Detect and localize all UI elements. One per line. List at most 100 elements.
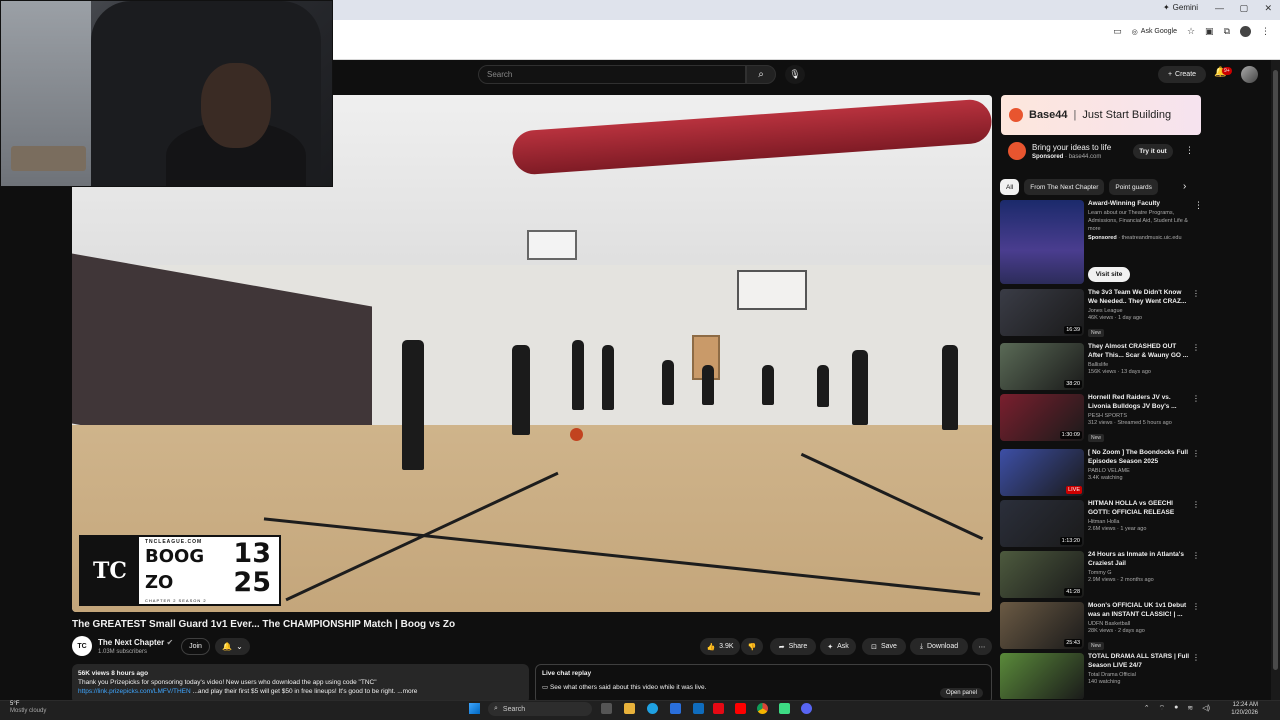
- bookmark-star-icon[interactable]: ☆: [1187, 26, 1195, 37]
- video-channel[interactable]: Tommy G: [1088, 570, 1192, 576]
- profile-avatar[interactable]: [1240, 26, 1251, 37]
- voice-search-button[interactable]: 🎙: [785, 65, 805, 84]
- netflix-icon[interactable]: [713, 703, 724, 714]
- video-title-link[interactable]: 24 Hours as Inmate in Atlanta's Craziest…: [1088, 551, 1192, 568]
- video-thumbnail[interactable]: [1000, 653, 1084, 699]
- ask-button[interactable]: ✦ Ask: [820, 638, 856, 655]
- close-window-button[interactable]: ✕: [1264, 3, 1272, 14]
- task-view-icon[interactable]: [601, 703, 612, 714]
- open-panel-button[interactable]: Open panel: [939, 688, 983, 698]
- save-button[interactable]: ⊡ Save: [862, 638, 906, 655]
- sponsored-title[interactable]: Award-Winning Faculty: [1088, 200, 1192, 207]
- app-icon[interactable]: [779, 703, 790, 714]
- youtube-app-icon[interactable]: [735, 703, 746, 714]
- video-thumbnail[interactable]: LIVE: [1000, 449, 1084, 496]
- share-button[interactable]: ➦ Share: [770, 638, 816, 655]
- download-button[interactable]: ⤓ Download: [910, 638, 968, 655]
- edge-icon[interactable]: [647, 703, 658, 714]
- recommendation-item[interactable]: 16:39 The 3v3 Team We Didn't Know We Nee…: [1000, 289, 1200, 337]
- sponsor-link[interactable]: https://link.prizepicks.com/LMFV/THEN: [78, 688, 191, 695]
- more-options-icon[interactable]: ⋮: [1192, 394, 1200, 403]
- video-thumbnail[interactable]: 38:20: [1000, 343, 1084, 390]
- gemini-button[interactable]: ✦ Gemini: [1163, 3, 1198, 12]
- ad-details[interactable]: Bring your ideas to life Sponsored · bas…: [1001, 138, 1201, 170]
- tab-search-icon[interactable]: ▣: [1205, 26, 1214, 37]
- video-thumbnail[interactable]: 41:28: [1000, 551, 1084, 598]
- chip-from-channel[interactable]: From The Next Chapter: [1024, 179, 1105, 195]
- taskbar-search[interactable]: ⌕ Search: [488, 702, 592, 716]
- dislike-button[interactable]: 👎: [741, 638, 763, 655]
- outlook-icon[interactable]: [693, 703, 704, 714]
- file-explorer-icon[interactable]: [624, 703, 635, 714]
- description-box[interactable]: 56K views 8 hours ago Thank you Prizepic…: [72, 664, 529, 704]
- video-thumbnail[interactable]: 1:30:09: [1000, 394, 1084, 441]
- chip-all[interactable]: All: [1000, 179, 1020, 195]
- more-options-icon[interactable]: ⋮: [1192, 500, 1200, 509]
- recommendation-item[interactable]: TOTAL DRAMA ALL STARS | Full Season LIVE…: [1000, 653, 1200, 699]
- more-actions-button[interactable]: ⋯: [972, 638, 992, 655]
- video-channel[interactable]: Jones League: [1088, 308, 1192, 314]
- video-channel[interactable]: PABLO VELAME: [1088, 468, 1192, 474]
- extensions-icon[interactable]: ⧉: [1224, 26, 1230, 37]
- chip-point-guards[interactable]: Point guards: [1109, 179, 1158, 195]
- channel-avatar[interactable]: TC: [72, 636, 92, 656]
- chrome-icon[interactable]: [757, 703, 768, 714]
- more-options-icon[interactable]: ⋮: [1192, 551, 1200, 560]
- account-avatar[interactable]: [1241, 66, 1258, 83]
- video-channel[interactable]: Total Drama Official: [1088, 672, 1192, 678]
- recommendation-item[interactable]: 25:43 Moon's OFFICIAL UK 1v1 Debut was a…: [1000, 602, 1200, 650]
- recommendation-item[interactable]: LIVE [ No Zoom ] The Boondocks Full Epis…: [1000, 449, 1200, 496]
- ask-google-button[interactable]: ◎ Ask Google: [1132, 28, 1177, 36]
- search-button[interactable]: ⌕: [746, 65, 776, 84]
- more-options-icon[interactable]: ⋮: [1192, 602, 1200, 611]
- more-options-icon[interactable]: ⋮: [1192, 653, 1200, 662]
- video-thumbnail[interactable]: 16:39: [1000, 289, 1084, 336]
- video-title-link[interactable]: Moon's OFFICIAL UK 1v1 Debut was an INST…: [1088, 602, 1192, 619]
- discord-icon[interactable]: [801, 703, 812, 714]
- subscribed-notifications-button[interactable]: 🔔 ⌄: [215, 638, 250, 655]
- like-button[interactable]: 👍 3.9K: [700, 638, 740, 655]
- recommendation-item[interactable]: 38:20 They Almost CRASHED OUT After This…: [1000, 343, 1200, 390]
- video-title-link[interactable]: TOTAL DRAMA ALL STARS | Full Season LIVE…: [1088, 653, 1192, 670]
- cast-icon[interactable]: ▭: [1113, 26, 1122, 37]
- recommendation-item[interactable]: 1:13:20 HITMAN HOLLA vs GEECHI GOTTI: OF…: [1000, 500, 1200, 547]
- recommendation-item[interactable]: 41:28 24 Hours as Inmate in Atlanta's Cr…: [1000, 551, 1200, 598]
- join-button[interactable]: Join: [181, 638, 210, 655]
- recommendation-item[interactable]: 1:30:09 Hornell Red Raiders JV vs. Livon…: [1000, 394, 1200, 442]
- chevron-right-icon[interactable]: ›: [1183, 181, 1186, 192]
- chevron-up-icon[interactable]: ⌃: [1144, 704, 1150, 713]
- video-title-link[interactable]: Hornell Red Raiders JV vs. Livonia Bulld…: [1088, 394, 1192, 411]
- more-options-icon[interactable]: ⋮: [1192, 343, 1200, 352]
- video-channel[interactable]: UDFN Basketball: [1088, 621, 1192, 627]
- video-channel[interactable]: Ballislife: [1088, 362, 1192, 368]
- try-it-out-button[interactable]: Try it out: [1133, 144, 1173, 159]
- ad-more-icon[interactable]: ⋮: [1185, 145, 1194, 156]
- sponsored-thumbnail[interactable]: [1000, 200, 1084, 284]
- video-title-link[interactable]: [ No Zoom ] The Boondocks Full Episodes …: [1088, 449, 1192, 466]
- microphone-icon[interactable]: ●: [1174, 704, 1178, 713]
- video-title-link[interactable]: The 3v3 Team We Didn't Know We Needed.. …: [1088, 289, 1192, 306]
- more-options-icon[interactable]: ⋮: [1192, 449, 1200, 458]
- create-button[interactable]: + Create: [1158, 66, 1206, 83]
- ad-banner[interactable]: Base44 | Just Start Building: [1001, 95, 1201, 135]
- video-channel[interactable]: Hitman Holla: [1088, 519, 1192, 525]
- video-thumbnail[interactable]: 25:43: [1000, 602, 1084, 649]
- volume-icon[interactable]: ◁): [1202, 704, 1210, 713]
- video-channel[interactable]: PESH SPORTS: [1088, 413, 1192, 419]
- chrome-menu-icon[interactable]: ⋮: [1261, 26, 1270, 37]
- wifi-icon[interactable]: ≋: [1187, 704, 1193, 713]
- weather-widget[interactable]: 5°F Mostly cloudy: [10, 701, 46, 715]
- sponsored-more-icon[interactable]: ⋮: [1194, 200, 1203, 211]
- video-thumbnail[interactable]: 1:13:20: [1000, 500, 1084, 547]
- more-options-icon[interactable]: ⋮: [1192, 289, 1200, 298]
- network-icon[interactable]: ⌔: [1159, 704, 1166, 713]
- show-more-link[interactable]: ...more: [397, 688, 417, 695]
- windows-start-icon[interactable]: [469, 703, 480, 714]
- channel-name[interactable]: The Next Chapter ✔: [98, 638, 173, 647]
- maximize-button[interactable]: ▢: [1239, 3, 1248, 14]
- sponsored-recommendation[interactable]: Award-Winning Faculty Learn about our Th…: [1000, 200, 1203, 284]
- visit-site-button[interactable]: Visit site: [1088, 267, 1130, 282]
- search-input[interactable]: Search: [478, 65, 746, 84]
- taskbar-clock[interactable]: 12:24 AM 1/20/2026: [1231, 701, 1258, 717]
- video-title-link[interactable]: They Almost CRASHED OUT After This... Sc…: [1088, 343, 1192, 360]
